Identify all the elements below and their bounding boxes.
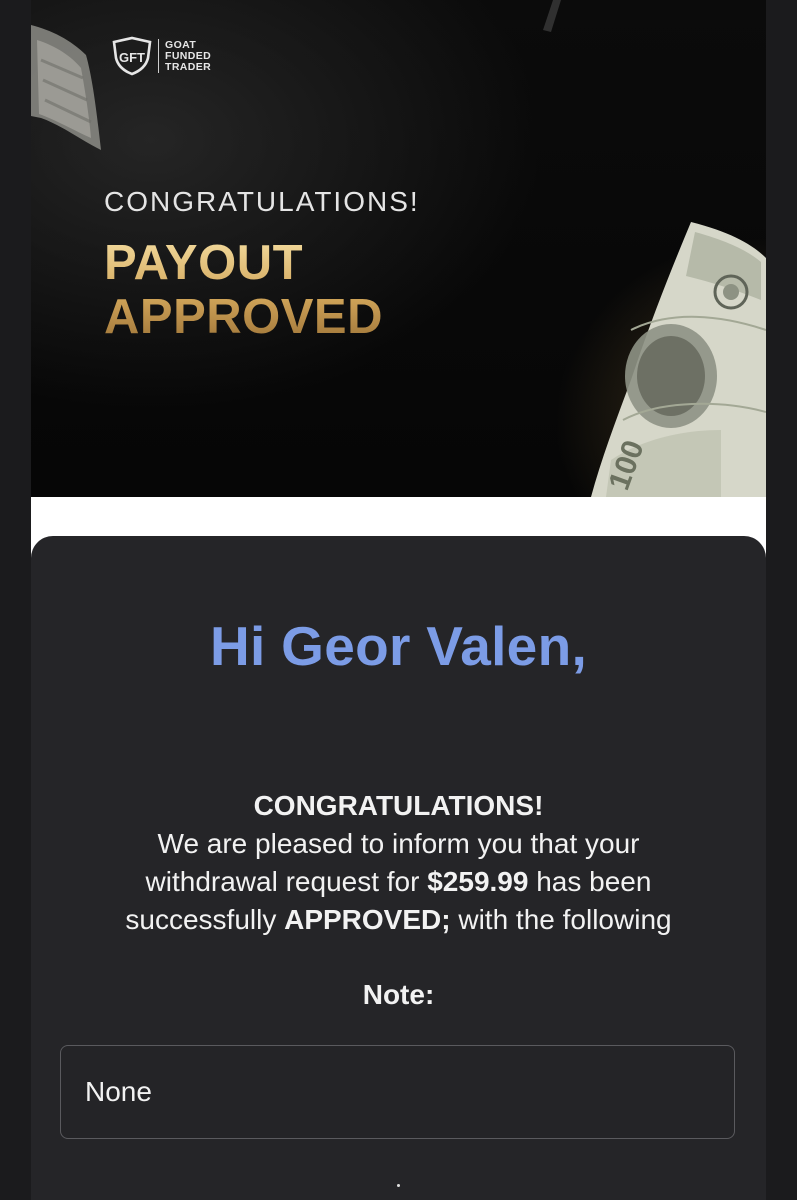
message-card: Hi Geor Valen, CONGRATULATIONS! We are p… xyxy=(31,536,766,1200)
note-label: Note: xyxy=(362,979,435,1010)
logo-wordmark: GOAT FUNDED TRADER xyxy=(165,38,212,73)
payout-banner: 100 GFT GOAT FUNDED TRADER CONGRATULATIO… xyxy=(31,0,766,497)
logo-line-1: GOAT xyxy=(165,38,197,51)
message-line-1: We are pleased to inform you that your xyxy=(157,828,640,859)
email-body: 100 GFT GOAT FUNDED TRADER CONGRATULATIO… xyxy=(31,0,766,1200)
logo-line-2: FUNDED xyxy=(165,49,212,62)
banner-headline: PAYOUT APPROVED xyxy=(104,236,383,344)
logo-divider xyxy=(158,39,159,73)
note-box: None xyxy=(60,1045,735,1139)
message-heading: CONGRATULATIONS! xyxy=(253,790,544,821)
banknote-right: 100 xyxy=(591,222,766,497)
status-word: APPROVED; xyxy=(284,904,451,935)
streak-top xyxy=(543,0,561,32)
divider-dot xyxy=(397,1184,400,1187)
payout-amount: $259.99 xyxy=(427,866,529,897)
headline-line-2: APPROVED xyxy=(104,290,384,344)
banner-congratulations: CONGRATULATIONS! xyxy=(104,186,420,217)
headline-line-1: PAYOUT xyxy=(104,236,304,290)
brand-logo: GFT GOAT FUNDED TRADER xyxy=(110,36,211,76)
banknote-top-left xyxy=(31,25,101,150)
gft-shield-icon: GFT xyxy=(112,36,152,76)
approval-message: CONGRATULATIONS! We are pleased to infor… xyxy=(31,787,766,939)
message-line-2: withdrawal request for $259.99 has been xyxy=(145,866,652,897)
logo-line-3: TRADER xyxy=(165,60,212,73)
svg-text:GFT: GFT xyxy=(119,50,145,65)
greeting: Hi Geor Valen, xyxy=(209,615,588,677)
message-line-3: successfully APPROVED; with the followin… xyxy=(125,904,672,935)
